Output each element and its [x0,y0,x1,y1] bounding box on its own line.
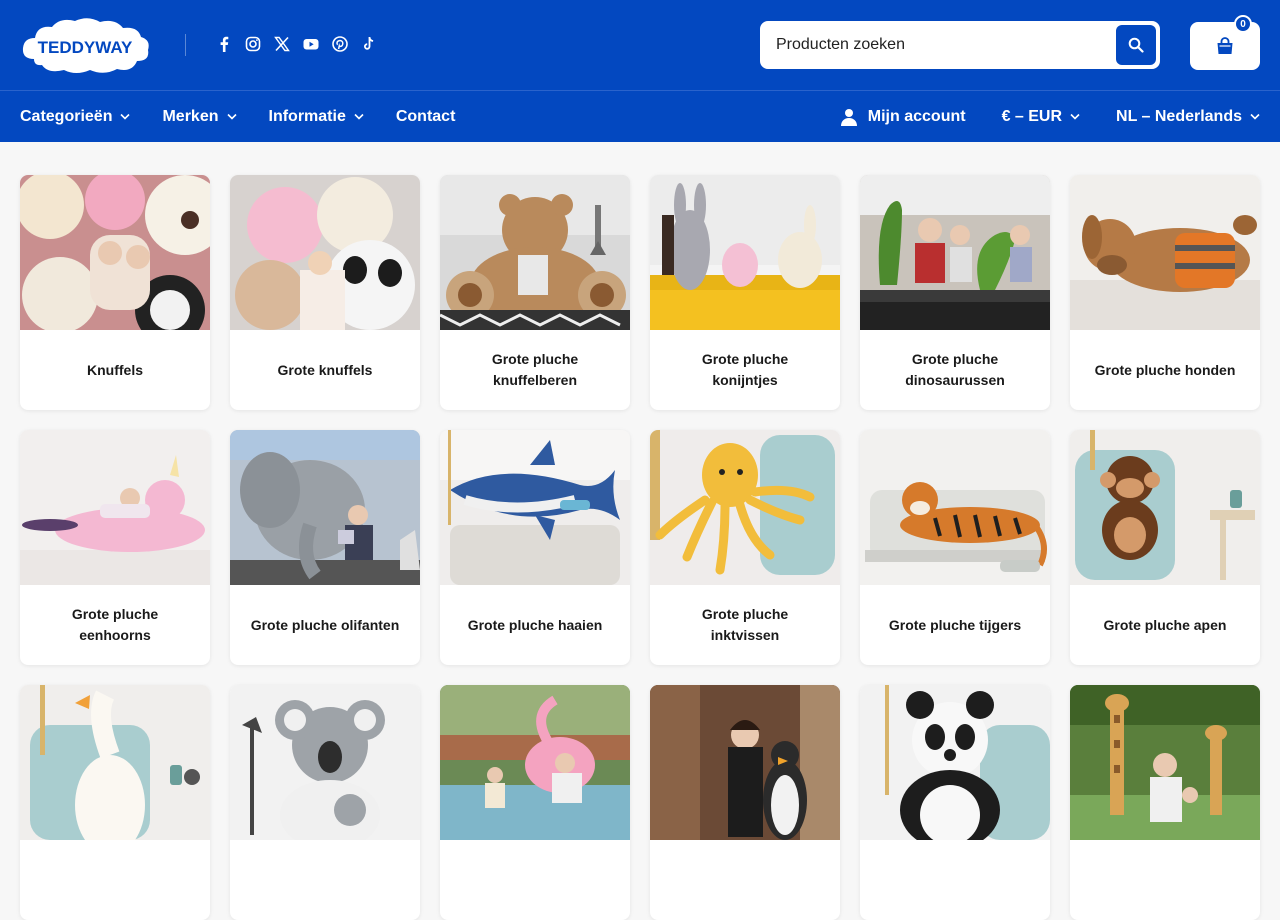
main-navigation: Categorieën Merken Informatie Contact Mi… [0,91,1280,142]
category-image[interactable] [650,430,840,585]
nav-categories[interactable]: Categorieën [20,107,131,126]
pinterest-icon[interactable] [332,36,348,52]
category-card[interactable]: Grote pluche konijntjes [650,175,840,410]
top-bar: TEDDYWAY 0 [0,0,1280,91]
category-grid: Knuffels Grote knuffels Grote pluche knuff… [20,175,1260,920]
category-card[interactable]: Grote pluche olifanten [230,430,420,665]
language-selector[interactable]: NL – Nederlands [1116,108,1260,126]
category-image[interactable] [650,685,840,840]
category-image[interactable] [860,685,1050,840]
category-label[interactable] [440,840,630,920]
category-image[interactable] [230,430,420,585]
category-image[interactable] [230,685,420,840]
category-image[interactable] [440,685,630,840]
nav-contact-label: Contact [395,107,456,125]
category-label[interactable]: Grote knuffels [230,330,420,410]
category-image[interactable] [860,175,1050,330]
category-label[interactable]: Grote pluche apen [1070,585,1260,665]
category-label[interactable]: Grote pluche olifanten [230,585,420,665]
category-card[interactable]: Grote pluche dinosaurussen [860,175,1050,410]
category-card[interactable] [440,685,630,920]
shopping-bag-icon [1217,37,1233,54]
category-image[interactable] [440,430,630,585]
currency-selector[interactable]: € – EUR [1002,108,1080,126]
category-label[interactable]: Knuffels [20,330,210,410]
category-label[interactable]: Grote pluche dinosaurussen [860,330,1050,410]
category-card[interactable]: Grote pluche knuffelberen [440,175,630,410]
category-label[interactable] [860,840,1050,920]
category-label[interactable]: Grote pluche tijgers [860,585,1050,665]
nav-info-label: Informatie [268,107,346,125]
search-button[interactable] [1116,25,1156,65]
category-image[interactable] [20,175,210,330]
search-icon [1128,37,1144,53]
category-card[interactable]: Grote pluche haaien [440,430,630,665]
search-input[interactable] [762,23,1116,67]
category-image[interactable] [1070,430,1260,585]
tiktok-icon[interactable] [361,36,377,52]
category-card[interactable] [650,685,840,920]
category-label[interactable] [230,840,420,920]
category-image[interactable] [440,175,630,330]
category-image[interactable] [20,430,210,585]
cart-button[interactable]: 0 [1190,15,1260,70]
category-label[interactable]: Grote pluche haaien [440,585,630,665]
logo-text: TEDDYWAY [38,38,133,57]
category-label[interactable]: Grote pluche eenhoorns [20,585,210,665]
chevron-down-icon [226,113,237,120]
category-card[interactable]: Grote pluche apen [1070,430,1260,665]
cart-count-badge: 0 [1234,15,1252,33]
nav-brands[interactable]: Merken [162,107,237,126]
category-image[interactable] [230,175,420,330]
chevron-down-icon [1070,113,1080,120]
category-label[interactable]: Grote pluche honden [1070,330,1260,410]
my-account-link[interactable]: Mijn account [840,108,966,126]
category-label[interactable]: Grote pluche konijntjes [650,330,840,410]
my-account-label: Mijn account [867,107,966,125]
social-links [216,36,377,52]
x-icon[interactable] [274,36,290,52]
chevron-down-icon [354,113,364,120]
category-card[interactable]: Grote pluche tijgers [860,430,1050,665]
nav-info[interactable]: Informatie [269,108,364,126]
nav-brands-label: Merken [162,107,219,125]
currency-label: € – EUR [1001,107,1063,125]
category-label[interactable] [20,840,210,920]
category-image[interactable] [1070,685,1260,840]
chevron-down-icon [120,113,131,120]
teddyway-logo[interactable]: TEDDYWAY [20,15,151,75]
chevron-down-icon [1250,113,1260,120]
facebook-icon[interactable] [216,36,232,52]
nav-contact[interactable]: Contact [396,108,456,126]
category-image[interactable] [1070,175,1260,330]
category-card[interactable]: Knuffels [20,175,210,410]
header-divider [185,34,186,56]
category-label[interactable]: Grote pluche knuffelberen [440,330,630,410]
category-card[interactable]: Grote pluche honden [1070,175,1260,410]
category-card[interactable]: Grote pluche eenhoorns [20,430,210,665]
user-icon [840,108,857,126]
search-bar [760,21,1160,69]
category-image[interactable] [860,430,1050,585]
nav-categories-label: Categorieën [20,107,113,125]
category-label[interactable] [650,840,840,920]
category-card[interactable] [860,685,1050,920]
category-image[interactable] [20,685,210,840]
category-card[interactable] [1070,685,1260,920]
language-label: NL – Nederlands [1116,107,1242,125]
youtube-icon[interactable] [303,36,319,52]
category-label[interactable] [1070,840,1260,920]
category-card[interactable] [20,685,210,920]
category-card[interactable]: Grote pluche inktvissen [650,430,840,665]
category-image[interactable] [650,175,840,330]
category-card[interactable]: Grote knuffels [230,175,420,410]
category-card[interactable] [230,685,420,920]
category-label[interactable]: Grote pluche inktvissen [650,585,840,665]
instagram-icon[interactable] [245,36,261,52]
